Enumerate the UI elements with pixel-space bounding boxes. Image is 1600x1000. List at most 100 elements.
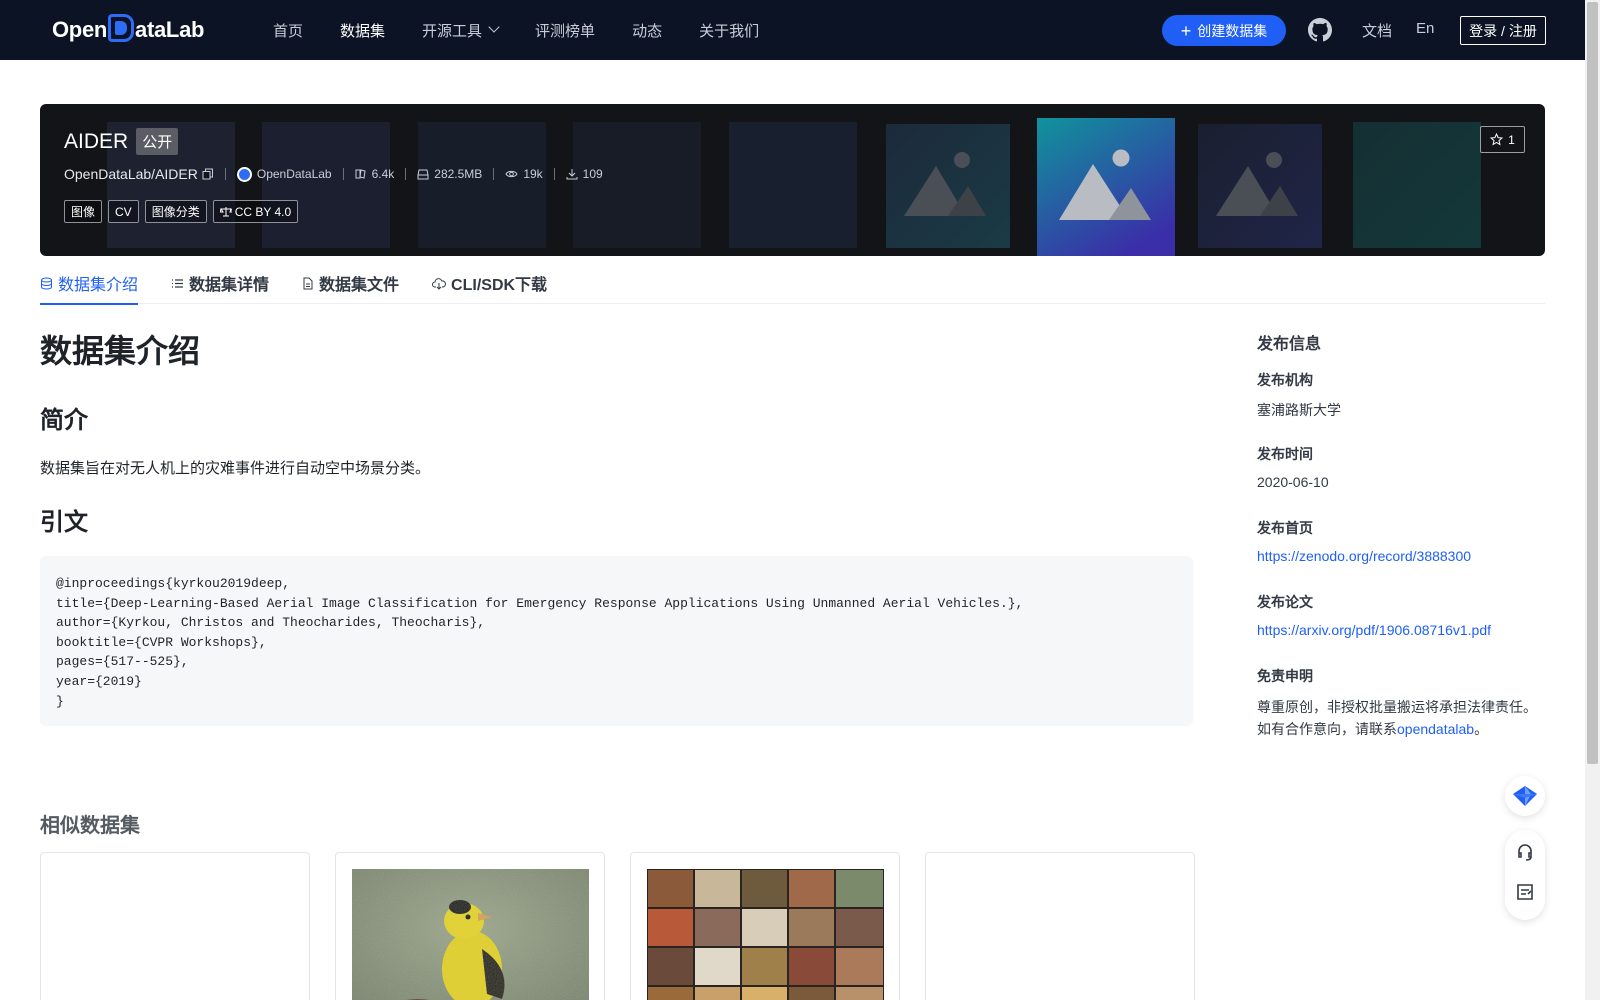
logo-d-icon xyxy=(108,14,135,42)
banner-thumbnail xyxy=(573,122,701,248)
nav-item-label: 动态 xyxy=(632,22,663,40)
tab-files[interactable]: 数据集文件 xyxy=(302,262,399,304)
view-count-value: 19k xyxy=(523,167,543,181)
paper-link[interactable]: https://arxiv.org/pdf/1906.08716v1.pdf xyxy=(1257,622,1491,638)
file-count: 6.4k xyxy=(355,167,395,181)
image-placeholder-icon xyxy=(1198,124,1322,248)
org-link[interactable]: OpenDataLab xyxy=(236,166,332,182)
scale-icon xyxy=(219,207,232,217)
repo-path-text: OpenDataLab/AIDER xyxy=(64,166,198,182)
tab-introduction[interactable]: 数据集介绍 xyxy=(40,262,139,305)
file-count-value: 6.4k xyxy=(371,167,395,181)
file-icon xyxy=(303,277,313,289)
divider xyxy=(405,168,407,180)
tab-cli-sdk[interactable]: CLI/SDK下载 xyxy=(432,262,547,304)
download-count: 109 xyxy=(566,167,603,181)
create-dataset-button[interactable]: + 创建数据集 xyxy=(1162,15,1286,46)
contact-link[interactable]: opendatalab xyxy=(1397,721,1474,737)
citation-code-block: @inproceedings{kyrkou2019deep, title={De… xyxy=(40,556,1193,726)
download-count-value: 109 xyxy=(582,167,603,181)
banner-thumbnail xyxy=(418,122,546,248)
disclaimer-label: 免责申明 xyxy=(1257,668,1313,684)
nav-item-leaderboard[interactable]: 评测榜单 xyxy=(535,20,595,41)
paper-label: 发布论文 xyxy=(1257,594,1313,610)
github-icon[interactable] xyxy=(1308,18,1332,42)
headset-icon[interactable] xyxy=(1515,842,1535,862)
publish-date-value: 2020-06-10 xyxy=(1257,474,1329,490)
logo-text-open: Open xyxy=(52,17,108,42)
similar-dataset-card[interactable] xyxy=(630,852,900,1000)
visibility-badge: 公开 xyxy=(136,128,179,155)
tab-details[interactable]: 数据集详情 xyxy=(171,262,269,304)
tab-label: 数据集详情 xyxy=(189,277,270,294)
homepage-link[interactable]: https://zenodo.org/record/3888300 xyxy=(1257,548,1471,564)
disclaimer-text: 尊重原创，非授权批量搬运将承担法律责任。 如有合作意向，请联系opendatal… xyxy=(1257,696,1547,740)
nav-item-label: 首页 xyxy=(273,22,304,40)
docs-link[interactable]: 文档 xyxy=(1362,20,1392,41)
nav-item-label: 评测榜单 xyxy=(535,22,596,40)
dataset-title: AIDER xyxy=(64,129,129,153)
banner-thumbnail xyxy=(1353,122,1481,248)
tag-image-classification[interactable]: 图像分类 xyxy=(144,200,207,223)
section-heading-citation: 引文 xyxy=(40,509,88,536)
nav-item-tools[interactable]: 开源工具 xyxy=(422,20,500,41)
dataset-preview-image xyxy=(647,869,884,1000)
nav-item-label: 开源工具 xyxy=(422,22,483,40)
divider xyxy=(224,168,226,180)
nav-item-about[interactable]: 关于我们 xyxy=(699,20,759,41)
copy-icon[interactable] xyxy=(202,168,214,180)
tab-label: 数据集文件 xyxy=(319,277,400,294)
org-avatar-icon xyxy=(236,166,252,182)
eye-icon xyxy=(505,170,518,178)
page-title: 数据集介绍 xyxy=(40,333,201,369)
homepage-label: 发布首页 xyxy=(1257,520,1313,536)
download-icon xyxy=(566,169,578,180)
nav-menu: 首页 数据集 开源工具 评测榜单 动态 关于我们 xyxy=(273,0,796,60)
banner-thumbnail xyxy=(729,122,857,248)
tab-label: 数据集介绍 xyxy=(58,277,139,294)
disclaimer-prefix: 如有合作意向，请联系 xyxy=(1257,721,1397,737)
food-grid-image xyxy=(647,869,884,1000)
org-name: OpenDataLab xyxy=(256,167,332,181)
license-tag[interactable]: CC BY 4.0 xyxy=(212,200,299,223)
dataset-meta: OpenDataLab/AIDER OpenDataLab 6.4k 282.5… xyxy=(64,166,603,182)
publisher-value: 塞浦路斯大学 xyxy=(1257,402,1341,418)
floating-logo-button[interactable] xyxy=(1505,776,1545,816)
nav-item-news[interactable]: 动态 xyxy=(632,20,662,41)
section-heading-intro: 简介 xyxy=(40,407,88,434)
dataset-tabs: 数据集介绍 数据集详情 数据集文件 CLI/SDK下载 xyxy=(40,262,1545,305)
floating-tool-bar xyxy=(1505,830,1545,920)
image-placeholder-icon xyxy=(1037,118,1175,256)
database-icon xyxy=(41,277,52,290)
divider xyxy=(493,168,495,180)
publish-date-label: 发布时间 xyxy=(1257,446,1313,462)
nav-item-home[interactable]: 首页 xyxy=(273,20,303,41)
repo-path: OpenDataLab/AIDER xyxy=(64,166,214,182)
similar-dataset-card[interactable] xyxy=(40,852,310,1000)
bird-image xyxy=(352,869,589,1000)
login-register-button[interactable]: 登录 / 注册 xyxy=(1460,16,1546,45)
similar-dataset-card[interactable] xyxy=(335,852,605,1000)
dataset-title-row: AIDER 公开 xyxy=(64,128,179,155)
star-count: 1 xyxy=(1508,132,1515,147)
logo[interactable]: Open ataLab xyxy=(52,14,204,46)
banner-thumbnail xyxy=(262,122,390,248)
license-label: CC BY 4.0 xyxy=(234,204,292,219)
publish-info-title: 发布信息 xyxy=(1257,336,1322,353)
nav-item-label: 数据集 xyxy=(340,22,386,40)
tag-image[interactable]: 图像 xyxy=(64,200,103,223)
star-button[interactable]: 1 xyxy=(1480,126,1525,153)
dataset-banner: AIDER 公开 OpenDataLab/AIDER OpenDataLab 6… xyxy=(40,104,1545,256)
divider xyxy=(553,168,555,180)
plus-icon: + xyxy=(1180,20,1192,41)
language-switch[interactable]: En xyxy=(1416,20,1434,37)
disclaimer-line: 尊重原创，非授权批量搬运将承担法律责任。 xyxy=(1257,699,1537,715)
scrollbar-thumb[interactable] xyxy=(1587,2,1598,764)
nav-item-datasets[interactable]: 数据集 xyxy=(340,20,385,41)
dataset-size-value: 282.5MB xyxy=(434,167,483,181)
feedback-icon[interactable] xyxy=(1515,882,1535,902)
tag-cv[interactable]: CV xyxy=(108,200,139,223)
disclaimer-line: 如有合作意向，请联系opendatalab。 xyxy=(1257,718,1547,740)
chevron-down-icon xyxy=(488,21,500,33)
similar-dataset-card[interactable] xyxy=(925,852,1195,1000)
